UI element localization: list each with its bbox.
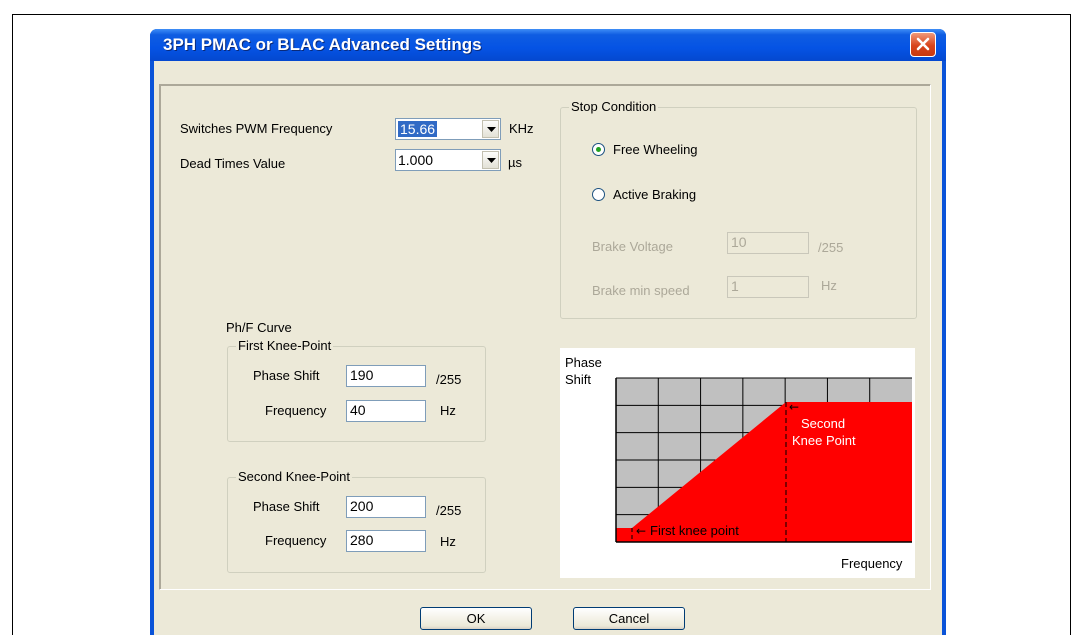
dead-times-dropdown-button[interactable]	[482, 151, 499, 169]
second-frequency-label: Frequency	[265, 533, 327, 548]
first-frequency-input[interactable]: 40	[346, 400, 426, 422]
brake-voltage-input[interactable]: 10	[727, 232, 809, 254]
second-knee-group: Second Knee-Point Phase Shift 200 /255 F…	[227, 469, 486, 573]
title-bar[interactable]: 3PH PMAC or BLAC Advanced Settings	[150, 29, 946, 61]
y-axis-label-line2: Shift	[565, 372, 591, 387]
brake-voltage-label: Brake Voltage	[592, 239, 673, 254]
brake-min-speed-label: Brake min speed	[592, 283, 690, 298]
first-frequency-label: Frequency	[265, 403, 327, 418]
pwm-frequency-label: Switches PWM Frequency	[180, 121, 333, 136]
dialog-client: Switches PWM Frequency 15.66 KHz Dead Ti…	[154, 61, 942, 635]
pwm-frequency-dropdown-button[interactable]	[482, 120, 499, 138]
phase-frequency-svg: Phase Shift Frequency ← First knee point…	[565, 355, 912, 571]
second-knee-label-line1: Second	[801, 416, 845, 431]
dead-times-label: Dead Times Value	[180, 156, 286, 171]
dead-times-value: 1.000	[398, 152, 434, 168]
active-braking-label[interactable]: Active Braking	[613, 187, 696, 202]
curve-title: Ph/F Curve	[226, 320, 292, 335]
pwm-frequency-unit: KHz	[509, 121, 534, 136]
settings-panel: Switches PWM Frequency 15.66 KHz Dead Ti…	[159, 84, 931, 590]
second-knee-title: Second Knee-Point	[236, 469, 353, 484]
second-phase-shift-unit: /255	[436, 503, 462, 518]
y-axis-label-line1: Phase	[565, 355, 602, 370]
brake-min-speed-input[interactable]: 1	[727, 276, 809, 298]
cancel-button[interactable]: Cancel	[573, 607, 685, 630]
first-knee-group: First Knee-Point Phase Shift 190 /255 Fr…	[227, 338, 486, 442]
second-knee-label-line2: Knee Point	[792, 433, 856, 448]
stop-condition-title: Stop Condition	[569, 99, 659, 114]
first-knee-arrow: ←	[636, 524, 646, 538]
chevron-down-icon	[487, 158, 496, 163]
dead-times-combo[interactable]: 1.000	[395, 149, 501, 171]
second-phase-shift-input[interactable]: 200	[346, 496, 426, 518]
first-knee-label: First knee point	[650, 523, 739, 538]
active-braking-radio[interactable]	[592, 188, 605, 201]
first-frequency-unit: Hz	[440, 403, 456, 418]
stop-condition-group: Stop Condition Free Wheeling Active Brak…	[560, 99, 917, 319]
free-wheeling-label[interactable]: Free Wheeling	[613, 142, 698, 157]
pwm-frequency-combo[interactable]: 15.66	[395, 118, 501, 140]
phase-frequency-diagram: Phase Shift Frequency ← First knee point…	[560, 348, 915, 578]
close-icon	[916, 37, 930, 51]
dialog-window: 3PH PMAC or BLAC Advanced Settings Switc…	[150, 29, 946, 635]
pwm-frequency-value: 15.66	[398, 121, 438, 137]
first-phase-shift-input[interactable]: 190	[346, 365, 426, 387]
first-knee-title: First Knee-Point	[236, 338, 334, 353]
second-knee-arrow: ←	[789, 400, 799, 414]
first-phase-shift-unit: /255	[436, 372, 462, 387]
close-button[interactable]	[910, 32, 936, 57]
x-axis-label: Frequency	[841, 556, 903, 571]
second-frequency-unit: Hz	[440, 534, 456, 549]
brake-min-speed-unit: Hz	[821, 278, 837, 293]
chevron-down-icon	[487, 127, 496, 132]
dead-times-unit: µs	[508, 155, 522, 170]
second-frequency-input[interactable]: 280	[346, 530, 426, 552]
window-title: 3PH PMAC or BLAC Advanced Settings	[163, 35, 482, 54]
ok-button[interactable]: OK	[420, 607, 532, 630]
brake-voltage-unit: /255	[818, 240, 844, 255]
second-phase-shift-label: Phase Shift	[253, 499, 320, 514]
free-wheeling-radio[interactable]	[592, 143, 605, 156]
first-phase-shift-label: Phase Shift	[253, 368, 320, 383]
